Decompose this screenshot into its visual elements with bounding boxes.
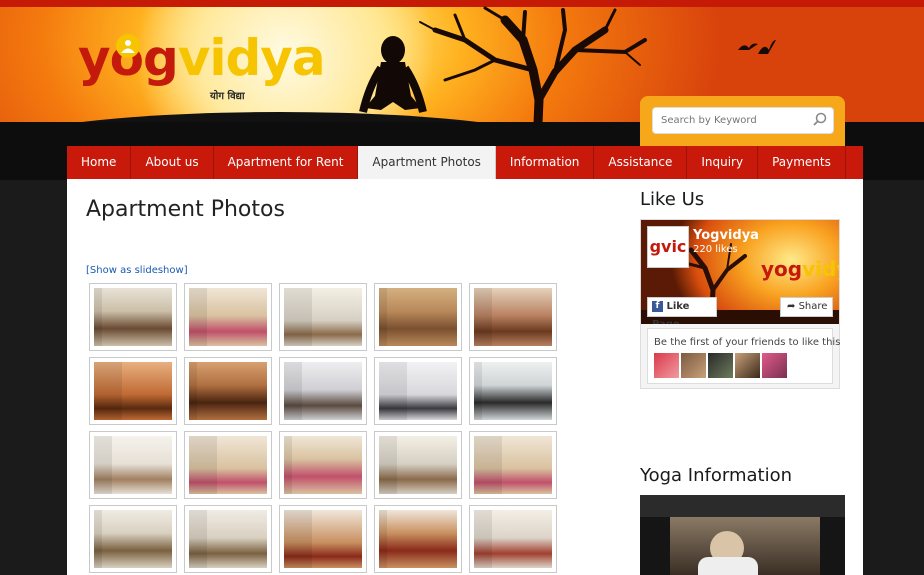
photo-image <box>284 436 362 494</box>
photo-image <box>189 288 267 346</box>
photo-image <box>379 362 457 420</box>
friend-avatar[interactable] <box>708 353 733 378</box>
search-icon[interactable] <box>812 112 828 128</box>
photo-image <box>474 288 552 346</box>
svg-text:yogvidya: yogvidya <box>761 257 839 281</box>
photo-image <box>474 362 552 420</box>
photo-thumbnail[interactable] <box>89 283 177 351</box>
like-page-button[interactable]: f Like Page <box>647 297 717 324</box>
photo-thumbnail[interactable] <box>184 431 272 499</box>
photo-image <box>379 288 457 346</box>
search-input[interactable] <box>652 107 834 134</box>
photo-thumbnail[interactable] <box>279 431 367 499</box>
photo-thumbnail[interactable] <box>374 283 462 351</box>
photo-thumbnail[interactable] <box>279 357 367 425</box>
facebook-friends-box: Be the first of your friends to like thi… <box>647 328 840 384</box>
logo-vidya-text: vidya <box>177 29 326 87</box>
nav-inquiry[interactable]: Inquiry <box>687 146 759 179</box>
content-area: Apartment Photos [Show as slideshow] Lik… <box>67 179 863 575</box>
facebook-icon: f <box>652 300 663 312</box>
logo-hindi-text: योग विद्या <box>210 91 245 102</box>
photo-image <box>284 510 362 568</box>
like-us-heading: Like Us <box>640 189 705 210</box>
page-title: Apartment Photos <box>86 197 285 222</box>
friend-avatar[interactable] <box>762 353 787 378</box>
photo-image <box>189 436 267 494</box>
nav-information[interactable]: Information <box>496 146 595 179</box>
friend-avatar[interactable] <box>654 353 679 378</box>
photo-thumbnail[interactable] <box>374 431 462 499</box>
photo-image <box>284 288 362 346</box>
friend-avatar[interactable] <box>735 353 760 378</box>
photo-image <box>94 288 172 346</box>
photo-image <box>189 510 267 568</box>
photo-thumbnail[interactable] <box>279 283 367 351</box>
yoga-information-heading: Yoga Information <box>640 465 792 486</box>
site-logo[interactable]: yogvidya योग विद्या <box>78 28 326 102</box>
video-person-body <box>698 557 758 575</box>
nav-home[interactable]: Home <box>67 146 132 179</box>
main-nav: Home About us Apartment for Rent Apartme… <box>67 146 863 179</box>
nav-payments[interactable]: Payments <box>758 146 846 179</box>
photo-thumbnail[interactable] <box>374 357 462 425</box>
photo-thumbnail[interactable] <box>469 505 557 573</box>
facebook-cover: yogvidya gvic Yogvidya 220 likes f Like … <box>641 220 839 324</box>
share-icon: ➦ <box>787 301 796 312</box>
facebook-avatar[interactable]: gvic <box>647 226 689 268</box>
photo-thumbnail[interactable] <box>279 505 367 573</box>
photo-image <box>94 362 172 420</box>
photo-thumbnail[interactable] <box>184 357 272 425</box>
photo-image <box>94 510 172 568</box>
facebook-page-name[interactable]: Yogvidya <box>693 228 759 243</box>
lotus-sun-icon <box>116 34 140 58</box>
photo-thumbnail[interactable] <box>469 357 557 425</box>
photo-thumbnail[interactable] <box>374 505 462 573</box>
photo-image <box>189 362 267 420</box>
photo-thumbnail[interactable] <box>184 505 272 573</box>
photo-thumbnail[interactable] <box>469 283 557 351</box>
facebook-friends-text: Be the first of your friends to like thi… <box>654 337 841 348</box>
share-button[interactable]: ➦ Share <box>780 297 833 317</box>
share-label: Share <box>798 301 828 312</box>
photo-image <box>474 510 552 568</box>
facebook-likes-count: 220 likes <box>693 244 738 255</box>
photo-thumbnail[interactable] <box>89 505 177 573</box>
photo-image <box>284 362 362 420</box>
photo-thumbnail[interactable] <box>89 357 177 425</box>
photo-thumbnail[interactable] <box>469 431 557 499</box>
birds-icon <box>738 40 776 54</box>
photo-image <box>379 436 457 494</box>
nav-about-us[interactable]: About us <box>131 146 214 179</box>
photo-image <box>474 436 552 494</box>
nav-apartment-for-rent[interactable]: Apartment for Rent <box>214 146 359 179</box>
photo-image <box>94 436 172 494</box>
show-slideshow-link[interactable]: [Show as slideshow] <box>86 265 188 276</box>
photo-thumbnail[interactable] <box>184 283 272 351</box>
photo-thumbnail[interactable] <box>89 431 177 499</box>
yoga-video[interactable] <box>640 495 845 575</box>
friend-avatar[interactable] <box>681 353 706 378</box>
photo-image <box>379 510 457 568</box>
facebook-widget: yogvidya gvic Yogvidya 220 likes f Like … <box>640 219 840 389</box>
video-top-bar <box>640 495 845 517</box>
search-box <box>640 96 845 150</box>
nav-apartment-photos[interactable]: Apartment Photos <box>358 146 496 179</box>
nav-assistance[interactable]: Assistance <box>594 146 688 179</box>
